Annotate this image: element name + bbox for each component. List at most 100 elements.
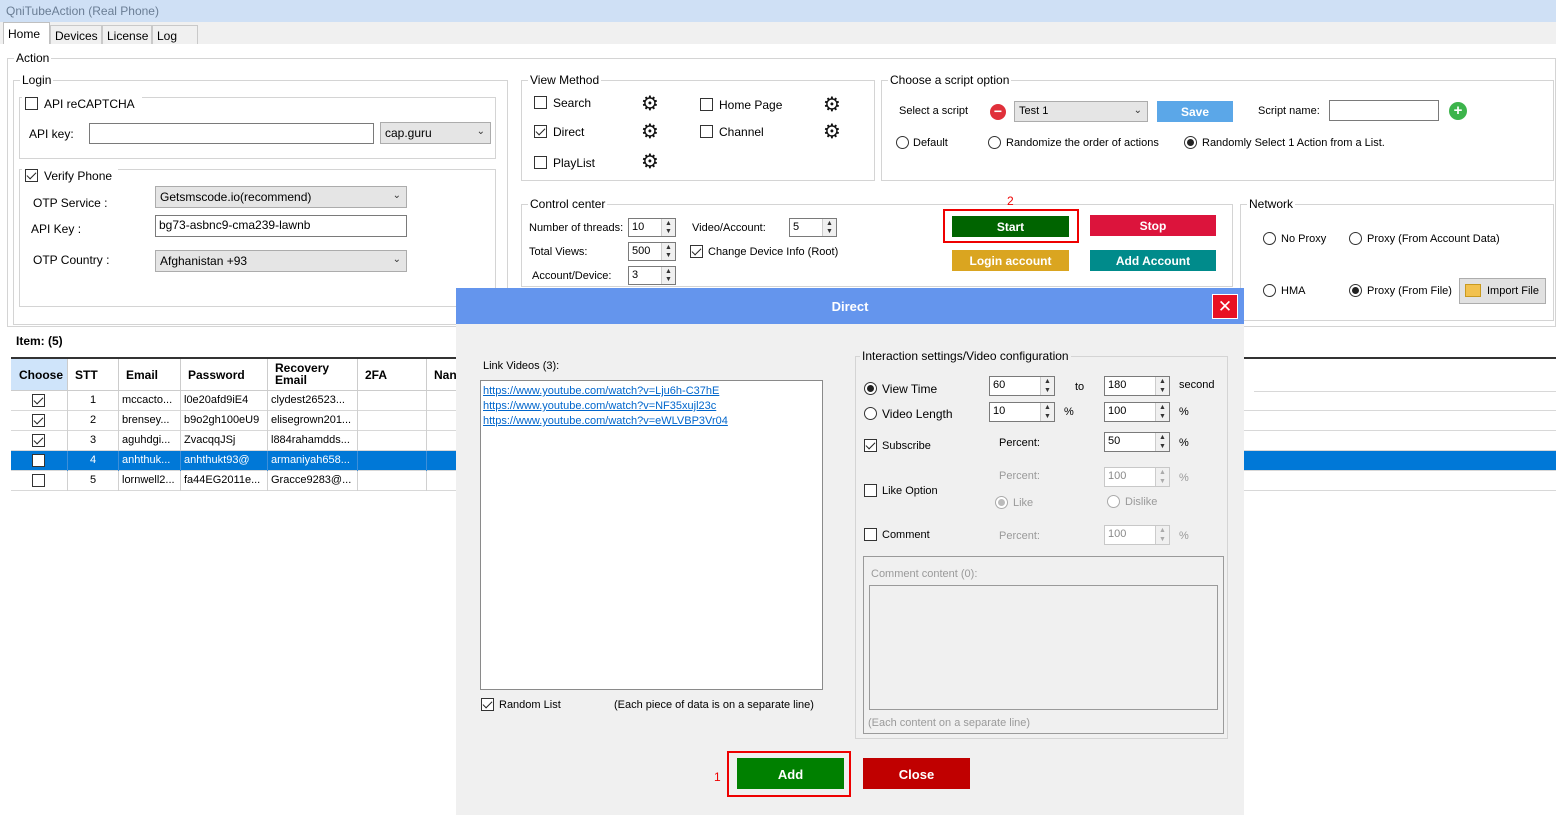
row-stt: 1	[68, 391, 119, 411]
tab-home[interactable]: Home	[3, 22, 50, 44]
header-email[interactable]: Email	[119, 359, 181, 391]
close-icon[interactable]: ✕	[1212, 294, 1238, 319]
channel-settings-gear-icon[interactable]: ⚙	[823, 122, 841, 142]
header-password[interactable]: Password	[181, 359, 268, 391]
control-center-legend: Control center	[530, 197, 606, 211]
no-proxy-label: No Proxy	[1281, 233, 1327, 245]
captcha-service-select[interactable]: cap.guru ⌄	[380, 122, 491, 144]
change-device-checkbox[interactable]	[690, 245, 703, 258]
random-list-checkbox[interactable]	[481, 698, 494, 711]
channel-checkbox[interactable]	[700, 125, 713, 138]
row-email: lornwell2...	[119, 471, 181, 491]
header-choose[interactable]: Choose	[11, 359, 68, 391]
verify-phone-checkbox[interactable]	[25, 169, 38, 182]
remove-script-icon[interactable]: −	[990, 104, 1006, 120]
row-choose-checkbox[interactable]	[32, 414, 45, 427]
account-device-spinner[interactable]: 3 ▲ ▼	[628, 266, 676, 285]
direct-checkbox[interactable]	[534, 125, 547, 138]
search-checkbox[interactable]	[534, 96, 547, 109]
save-button[interactable]: Save	[1157, 101, 1233, 122]
random-select-radio[interactable]	[1184, 136, 1197, 149]
no-proxy-radio[interactable]	[1263, 232, 1276, 245]
home-page-settings-gear-icon[interactable]: ⚙	[823, 95, 841, 115]
dislike-label: Dislike	[1125, 496, 1158, 508]
like-percent-spinner[interactable]: 100 ▲ ▼	[1104, 467, 1170, 487]
direct-settings-gear-icon[interactable]: ⚙	[641, 122, 659, 142]
randomize-radio[interactable]	[988, 136, 1001, 149]
like-radio[interactable]	[995, 496, 1008, 509]
percent-sign: %	[1179, 437, 1189, 449]
row-password: ZvacqqJSj	[181, 431, 268, 451]
otp-country-select[interactable]: Afghanistan +93 ⌄	[155, 250, 407, 272]
otp-service-select[interactable]: Getsmscode.io(recommend) ⌄	[155, 186, 407, 208]
dislike-radio[interactable]	[1107, 495, 1120, 508]
comment-percent-spinner[interactable]: 100 ▲ ▼	[1104, 525, 1170, 545]
hma-radio[interactable]	[1263, 284, 1276, 297]
total-views-spinner[interactable]: 500 ▲ ▼	[628, 242, 676, 261]
tab-license[interactable]: License	[102, 25, 152, 44]
like-option-checkbox[interactable]	[864, 484, 877, 497]
header-stt[interactable]: STT	[68, 359, 119, 391]
row-choose-checkbox[interactable]	[32, 394, 45, 407]
tab-log[interactable]: Log	[152, 25, 198, 44]
row-choose-checkbox[interactable]	[32, 434, 45, 447]
import-file-label: Import File	[1487, 285, 1539, 297]
view-time-to-value: 180	[1108, 379, 1127, 391]
comment-checkbox[interactable]	[864, 528, 877, 541]
proxy-account-label: Proxy (From Account Data)	[1367, 233, 1500, 245]
view-time-from-value: 60	[993, 379, 1006, 391]
header-2fa[interactable]: 2FA	[358, 359, 427, 391]
video-length-to-spinner[interactable]: 100 ▲ ▼	[1104, 402, 1170, 422]
view-time-to-spinner[interactable]: 180 ▲ ▼	[1104, 376, 1170, 396]
video-account-spinner[interactable]: 5 ▲ ▼	[789, 218, 837, 237]
search-settings-gear-icon[interactable]: ⚙	[641, 94, 659, 114]
video-link[interactable]: https://www.youtube.com/watch?v=eWLVBP3V…	[483, 415, 728, 427]
proxy-account-radio[interactable]	[1349, 232, 1362, 245]
subscribe-percent-label: Percent:	[999, 437, 1040, 449]
verify-phone-label: Verify Phone	[44, 169, 113, 183]
login-account-button[interactable]: Login account	[952, 250, 1069, 271]
default-radio[interactable]	[896, 136, 909, 149]
comment-content-textarea[interactable]	[869, 585, 1218, 710]
header-recovery-email[interactable]: Recovery Email	[268, 359, 358, 391]
to-label: to	[1075, 381, 1085, 393]
subscribe-percent-spinner[interactable]: 50 ▲ ▼	[1104, 432, 1170, 452]
search-label: Search	[553, 96, 592, 110]
row-recovery: l884rahamdds...	[268, 431, 358, 451]
row-email: aguhdgi...	[119, 431, 181, 451]
script-name-input[interactable]	[1329, 100, 1439, 121]
home-page-checkbox[interactable]	[700, 98, 713, 111]
view-time-radio[interactable]	[864, 382, 877, 395]
like-percent-label: Percent:	[999, 470, 1040, 482]
subscribe-checkbox[interactable]	[864, 439, 877, 452]
video-link[interactable]: https://www.youtube.com/watch?v=Lju6h-C3…	[483, 385, 719, 397]
direct-label: Direct	[553, 125, 585, 139]
like-percent-value: 100	[1108, 470, 1127, 482]
view-time-from-spinner[interactable]: 60 ▲ ▼	[989, 376, 1055, 396]
import-file-button[interactable]: Import File	[1459, 278, 1546, 304]
row-choose-checkbox[interactable]	[32, 474, 45, 487]
api-key-input[interactable]	[89, 123, 374, 144]
close-button[interactable]: Close	[863, 758, 970, 789]
playlist-checkbox[interactable]	[534, 156, 547, 169]
playlist-settings-gear-icon[interactable]: ⚙	[641, 152, 659, 172]
add-account-button[interactable]: Add Account	[1090, 250, 1216, 271]
script-select[interactable]: Test 1 ⌄	[1014, 101, 1148, 122]
api-key2-label: API Key :	[31, 222, 82, 236]
randomize-label: Randomize the order of actions	[1006, 137, 1159, 149]
add-script-icon[interactable]: +	[1449, 102, 1467, 120]
row-choose-checkbox[interactable]	[32, 454, 45, 467]
api-recaptcha-checkbox[interactable]	[25, 97, 38, 110]
api-key2-input[interactable]: bg73-asbnc9-cma239-lawnb	[155, 215, 407, 237]
video-length-radio[interactable]	[864, 407, 877, 420]
comment-note: (Each content on a separate line)	[868, 717, 1031, 729]
account-device-value: 3	[632, 269, 639, 281]
video-link[interactable]: https://www.youtube.com/watch?v=NF35xujl…	[483, 400, 716, 412]
proxy-file-radio[interactable]	[1349, 284, 1362, 297]
threads-spinner[interactable]: 10 ▲ ▼	[628, 218, 676, 237]
second-label: second	[1179, 379, 1215, 391]
stop-button[interactable]: Stop	[1090, 215, 1216, 236]
like-option-label: Like Option	[882, 485, 938, 497]
video-length-from-spinner[interactable]: 10 ▲ ▼	[989, 402, 1055, 422]
tab-devices[interactable]: Devices	[50, 25, 102, 44]
